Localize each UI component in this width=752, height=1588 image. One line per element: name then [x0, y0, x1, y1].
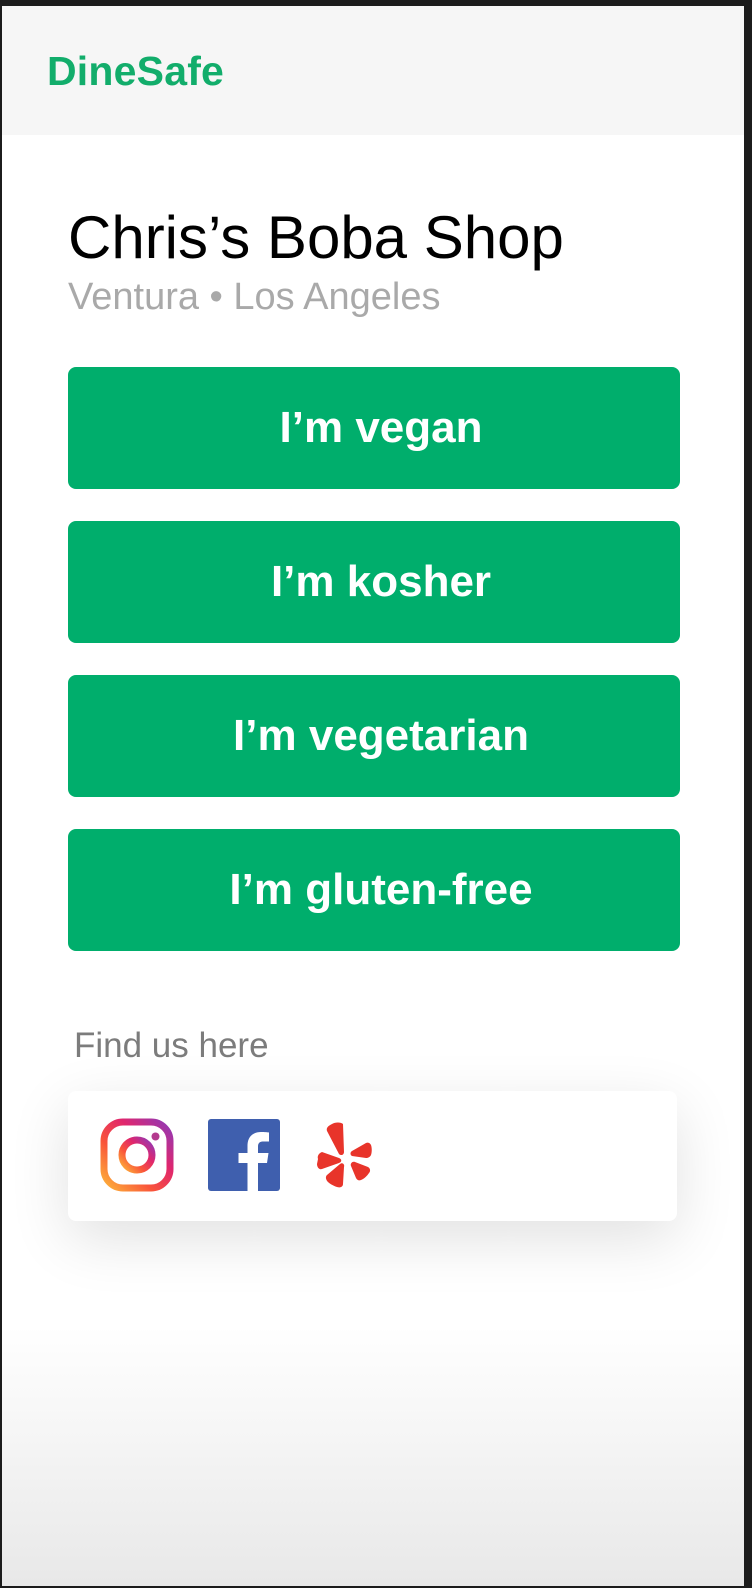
top-app-bar: DineSafe [2, 6, 744, 135]
yelp-icon[interactable] [308, 1118, 382, 1192]
restaurant-location: Ventura • Los Angeles [68, 276, 441, 318]
kosher-button-label: I’m kosher [270, 557, 492, 606]
gluten-free-button-label: I’m gluten-free [229, 865, 533, 914]
vegetarian-button-label: I’m vegetarian [233, 711, 529, 760]
instagram-icon[interactable] [100, 1118, 174, 1192]
vegan-button-label: I’m vegan [279, 403, 483, 452]
brand-logo[interactable]: DineSafe [47, 48, 224, 94]
app-screen: DineSafe Chris’s Boba Shop Ventura • Los… [2, 6, 744, 1586]
vegan-button[interactable]: I’m vegan [68, 367, 680, 489]
kosher-button[interactable]: I’m kosher [68, 521, 680, 643]
bottom-fade [2, 1326, 744, 1586]
gluten-free-button[interactable]: I’m gluten-free [68, 829, 680, 951]
vegetarian-button[interactable]: I’m vegetarian [68, 675, 680, 797]
find-us-heading: Find us here [74, 1026, 269, 1065]
restaurant-name: Chris’s Boba Shop [68, 204, 564, 271]
facebook-icon[interactable] [208, 1119, 280, 1191]
social-links-card [68, 1091, 677, 1221]
